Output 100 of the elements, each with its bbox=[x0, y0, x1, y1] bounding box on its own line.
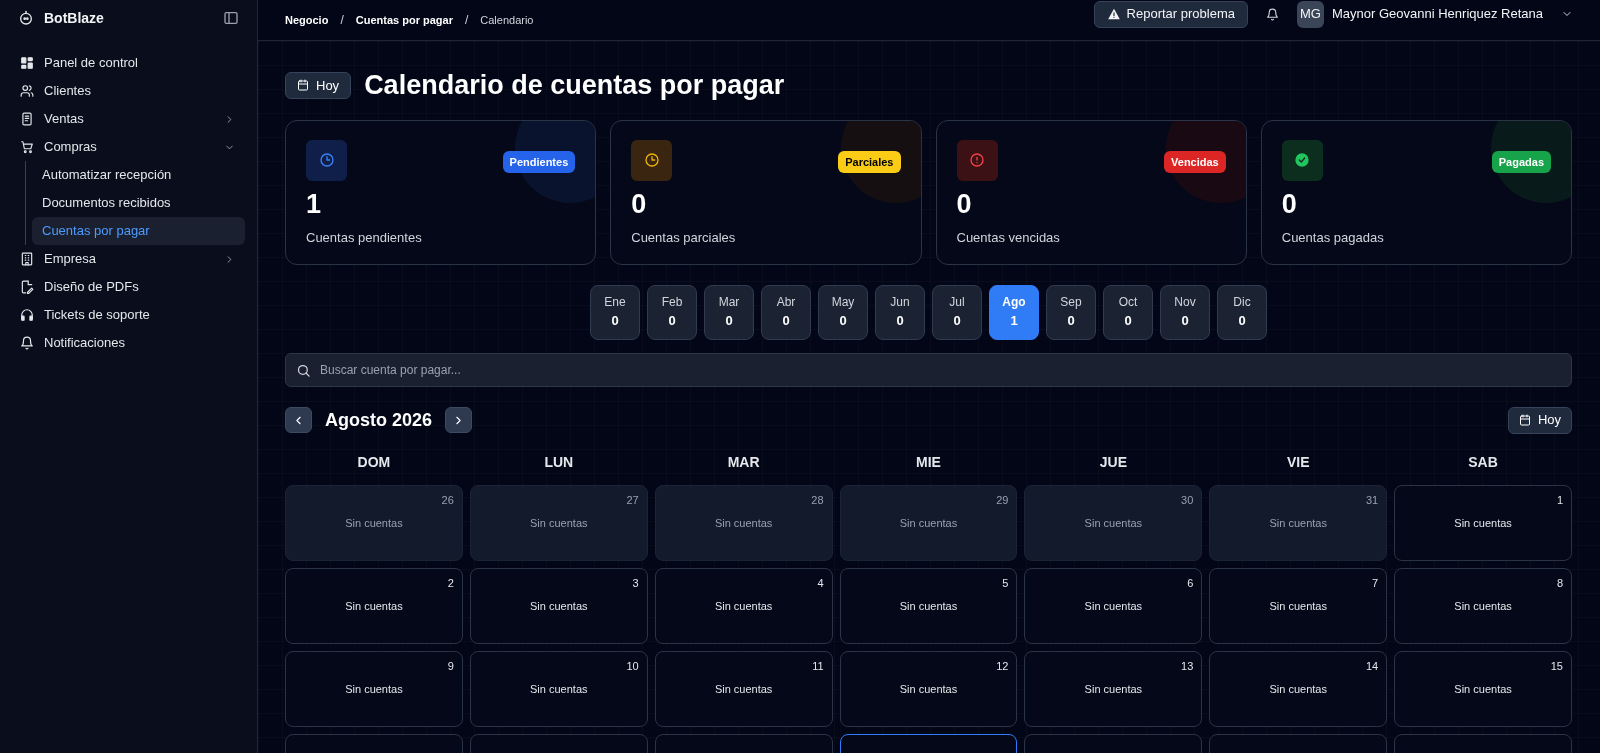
month-button[interactable]: Mar 0 bbox=[704, 284, 754, 340]
bell-icon bbox=[20, 336, 34, 350]
day-cell[interactable]: 3 Sin cuentas bbox=[469, 567, 648, 644]
weekday-header: DOM bbox=[356, 452, 392, 472]
sidebar-item[interactable]: Empresa bbox=[12, 245, 245, 273]
sidebar-item[interactable]: Compras bbox=[12, 133, 245, 161]
sidebar-subitem[interactable]: Cuentas por pagar bbox=[32, 217, 245, 245]
next-month-button[interactable] bbox=[445, 407, 473, 433]
month-button[interactable]: Feb 0 bbox=[647, 284, 697, 340]
day-number: 14 bbox=[1364, 658, 1379, 674]
day-cell[interactable]: 29 Sin cuentas bbox=[839, 484, 1018, 561]
day-number: 8 bbox=[1555, 575, 1563, 591]
day-number: 26 bbox=[440, 492, 454, 508]
today-button[interactable]: Hoy bbox=[285, 71, 352, 99]
day-cell[interactable]: 5 Sin cuentas bbox=[839, 567, 1018, 644]
day-status-text: Sin cuentas bbox=[344, 682, 404, 697]
month-button[interactable]: Dic 0 bbox=[1217, 284, 1267, 340]
sidebar-subitem[interactable]: Automatizar recepción bbox=[32, 161, 245, 189]
day-cell[interactable]: 10 Sin cuentas bbox=[469, 650, 648, 727]
day-cell[interactable]: 7 Sin cuentas bbox=[1209, 567, 1388, 644]
day-number: 2 bbox=[446, 575, 454, 591]
users-icon bbox=[20, 84, 34, 98]
notifications-button[interactable] bbox=[1266, 7, 1279, 21]
day-number: 9 bbox=[446, 658, 454, 674]
month-button[interactable]: Jun 0 bbox=[875, 284, 925, 340]
day-number: 30 bbox=[1180, 492, 1194, 508]
day-cell[interactable]: 11 Sin cuentas bbox=[654, 650, 833, 727]
day-cell[interactable]: 12 Sin cuentas bbox=[839, 650, 1018, 727]
sidebar-item[interactable]: Tickets de soporte bbox=[12, 301, 245, 329]
day-cell[interactable]: 31 Sin cuentas bbox=[1209, 484, 1388, 561]
month-button[interactable]: Sep 0 bbox=[1046, 284, 1096, 340]
search-field[interactable]: Buscar cuenta por pagar... bbox=[285, 352, 1572, 387]
day-number: 11 bbox=[811, 658, 824, 674]
day-number: 13 bbox=[1180, 658, 1194, 674]
user-menu[interactable]: MG Maynor Geovanni Henriquez Retana bbox=[1297, 0, 1573, 28]
brand-name: BotBlaze bbox=[44, 8, 104, 28]
day-cell[interactable]: 1 Sin cuentas bbox=[1394, 484, 1572, 561]
sidebar-item[interactable]: Clientes bbox=[12, 77, 245, 105]
clock-icon bbox=[318, 152, 335, 168]
status-badge: Pagadas bbox=[1491, 150, 1551, 173]
weekday-header: LUN bbox=[543, 452, 575, 472]
day-cell[interactable]: 15 Sin cuentas bbox=[1394, 650, 1572, 727]
day-status-text: Sin cuentas bbox=[529, 516, 589, 531]
day-number: 10 bbox=[625, 658, 639, 674]
month-button[interactable]: Ene 0 bbox=[590, 284, 640, 340]
day-status-text: Sin cuentas bbox=[713, 599, 774, 614]
sidebar-item[interactable]: Notificaciones bbox=[12, 329, 245, 357]
day-cell[interactable]: 2 Sin cuentas bbox=[285, 567, 463, 644]
bell-icon bbox=[1266, 7, 1279, 21]
status-badge: Pendientes bbox=[502, 150, 576, 173]
calendar-icon bbox=[297, 79, 309, 92]
stat-label: Cuentas parciales bbox=[631, 228, 737, 247]
day-status-text: Sin cuentas bbox=[1453, 599, 1513, 614]
day-status-text: Sin cuentas bbox=[529, 682, 589, 697]
search-icon bbox=[296, 362, 311, 378]
day-cell[interactable]: 14 Sin cuentas bbox=[1209, 650, 1388, 727]
sidebar-subitem[interactable]: Documentos recibidos bbox=[32, 189, 245, 217]
day-number: 4 bbox=[816, 575, 824, 591]
day-cell[interactable]: 26 Sin cuentas bbox=[285, 484, 463, 561]
day-cell[interactable]: 8 Sin cuentas bbox=[1394, 567, 1572, 644]
sidebar-item[interactable]: Diseño de PDFs bbox=[12, 273, 245, 301]
month-label: Agosto 2026 bbox=[325, 408, 433, 432]
day-cell[interactable]: 6 Sin cuentas bbox=[1024, 567, 1203, 644]
day-cell[interactable]: 9 Sin cuentas bbox=[285, 650, 463, 727]
day-cell[interactable]: 4 Sin cuentas bbox=[654, 567, 833, 644]
day-number: 27 bbox=[625, 492, 639, 508]
day-number: 28 bbox=[810, 492, 824, 508]
month-button[interactable]: Jul 0 bbox=[932, 284, 982, 340]
previous-month-button[interactable] bbox=[285, 407, 312, 433]
sidebar-item[interactable]: Ventas bbox=[12, 105, 245, 133]
check-circle-icon bbox=[1294, 152, 1311, 168]
document-brush-icon bbox=[20, 280, 34, 294]
report-problem-button[interactable]: Reportar problema bbox=[1093, 0, 1248, 28]
stat-count: 0 bbox=[1281, 190, 1298, 218]
receipt-icon bbox=[20, 112, 34, 126]
day-cell[interactable]: 13 Sin cuentas bbox=[1024, 650, 1203, 727]
month-button[interactable]: Ago 1 bbox=[989, 284, 1039, 340]
warning-icon bbox=[1106, 7, 1121, 21]
day-cell[interactable]: 27 Sin cuentas bbox=[469, 484, 648, 561]
robot-logo-icon bbox=[18, 10, 34, 26]
day-status-text: Sin cuentas bbox=[1268, 682, 1328, 697]
breadcrumb-link[interactable]: Cuentas por pagar bbox=[355, 11, 453, 29]
day-cell[interactable]: 30 Sin cuentas bbox=[1024, 484, 1203, 561]
month-button[interactable]: Nov 0 bbox=[1160, 284, 1210, 340]
sidebar-item[interactable]: Panel de control bbox=[12, 49, 245, 77]
day-status-text: Sin cuentas bbox=[529, 599, 589, 614]
month-button[interactable]: Abr 0 bbox=[761, 284, 811, 340]
month-button[interactable]: May 0 bbox=[818, 284, 868, 340]
today-button[interactable]: Hoy bbox=[1507, 406, 1572, 434]
day-number: 31 bbox=[1364, 492, 1379, 508]
calendar-icon bbox=[1518, 414, 1531, 426]
day-number: 12 bbox=[995, 658, 1009, 674]
breadcrumb-link[interactable]: Negocio bbox=[285, 11, 329, 29]
cart-icon bbox=[20, 140, 34, 154]
day-cell[interactable]: 28 Sin cuentas bbox=[654, 484, 833, 561]
breadcrumb-separator: / bbox=[464, 12, 469, 29]
breadcrumb-current: Calendario bbox=[480, 12, 534, 28]
sidebar-toggle-button[interactable] bbox=[223, 10, 239, 26]
month-button[interactable]: Oct 0 bbox=[1103, 284, 1153, 340]
day-status-text: Sin cuentas bbox=[898, 516, 959, 531]
